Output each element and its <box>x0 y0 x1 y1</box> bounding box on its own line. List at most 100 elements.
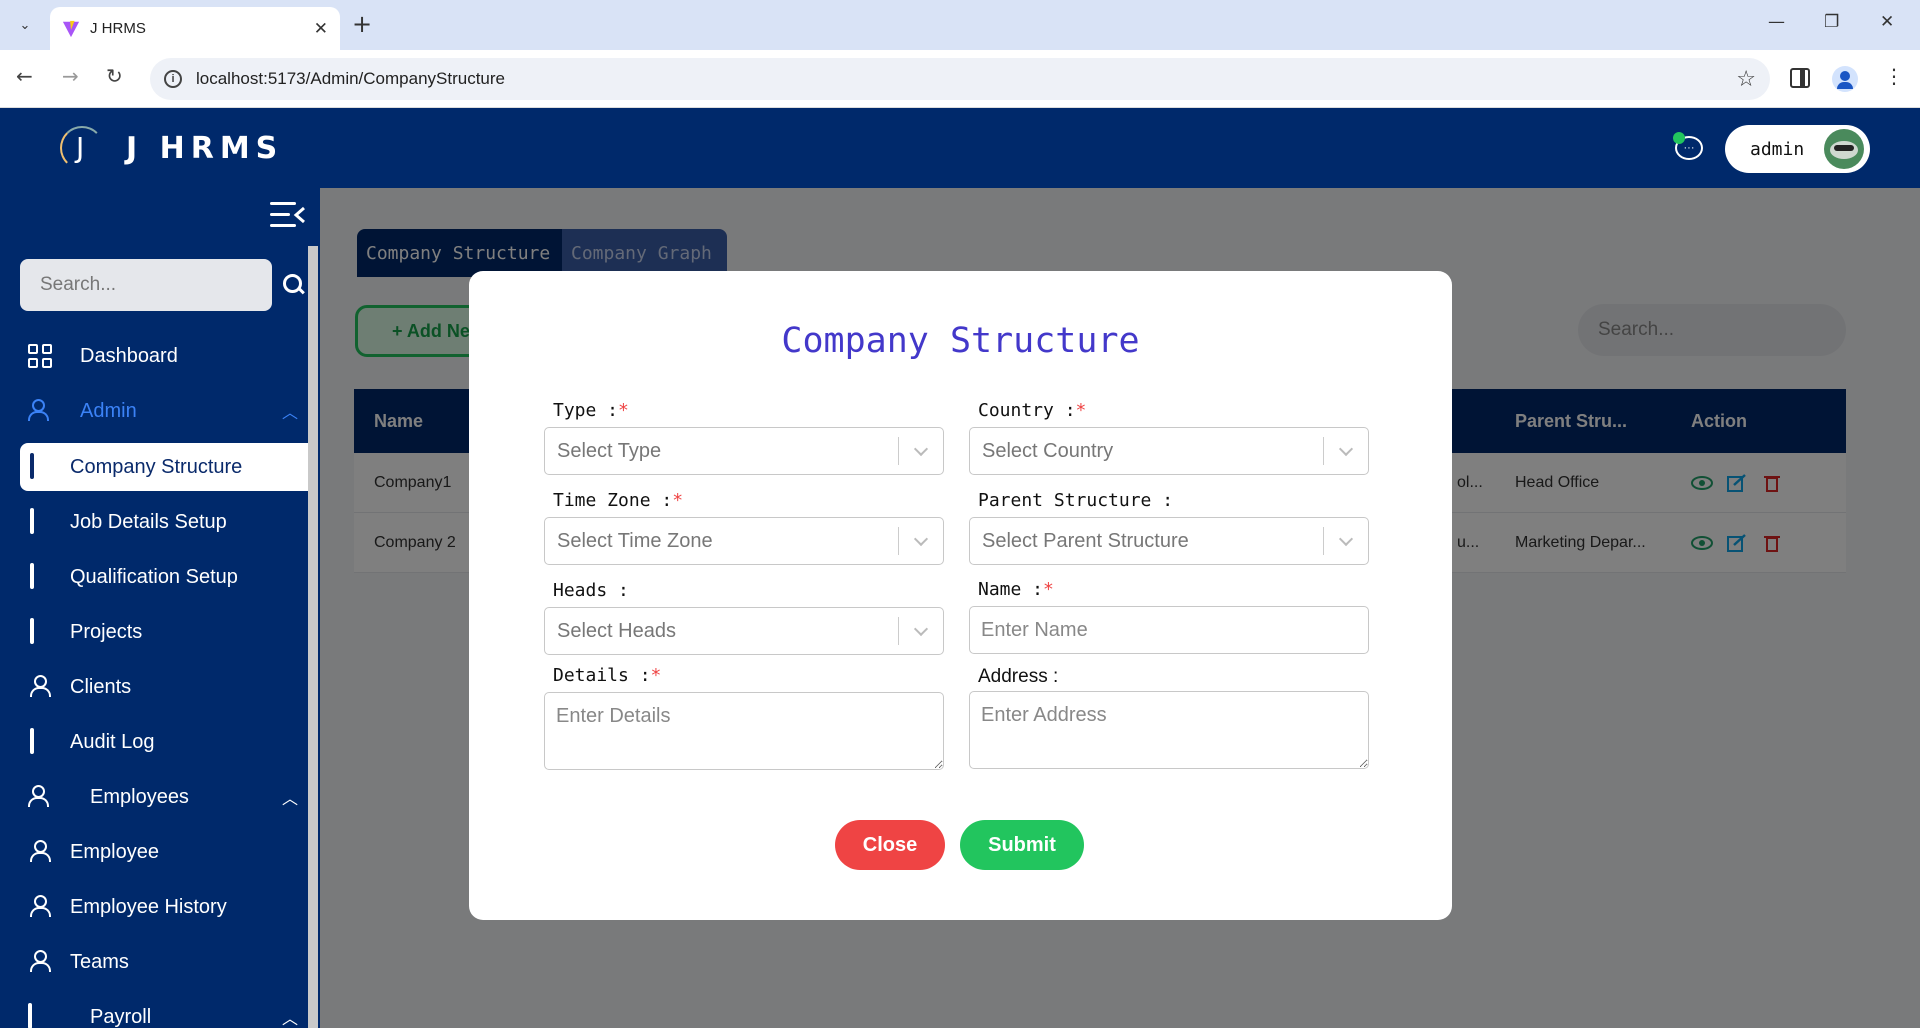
chevron-down-icon[interactable] <box>899 608 943 654</box>
sidebar-search-input[interactable] <box>20 259 272 311</box>
browser-toolbar: ← → ↻ i localhost:5173/Admin/CompanyStru… <box>0 50 1920 108</box>
type-label: Type :* <box>553 400 629 421</box>
new-tab-icon[interactable]: + <box>352 10 372 38</box>
parent-structure-select[interactable]: Select Parent Structure <box>969 517 1369 565</box>
chevron-up-icon: ︿ <box>281 1009 298 1028</box>
chevron-down-icon[interactable] <box>899 428 943 474</box>
sidebar-item-label: Audit Log <box>70 730 155 753</box>
sidebar-scrollbar[interactable] <box>308 246 318 1028</box>
details-label: Details :* <box>553 665 662 686</box>
search-icon[interactable] <box>282 273 306 297</box>
timezone-select[interactable]: Select Time Zone <box>544 517 944 565</box>
logo-mark-icon <box>60 126 104 170</box>
sidebar-item-dashboard[interactable]: Dashboard <box>20 332 310 380</box>
heads-select[interactable]: Select Heads <box>544 607 944 655</box>
audit-log-icon <box>30 728 50 754</box>
browser-tab[interactable]: J HRMS ✕ <box>50 7 340 50</box>
job-details-icon <box>30 508 50 534</box>
vite-favicon-icon <box>62 20 80 37</box>
chevron-down-icon[interactable] <box>899 518 943 564</box>
type-select-value: Select Type <box>557 439 662 462</box>
minimize-icon[interactable]: — <box>1768 12 1785 32</box>
tab-close-icon[interactable]: ✕ <box>314 19 328 39</box>
side-panel-icon[interactable] <box>1790 68 1810 88</box>
url-text: localhost:5173/Admin/CompanyStructure <box>196 69 505 88</box>
address-bar[interactable]: i localhost:5173/Admin/CompanyStructure … <box>150 58 1770 100</box>
dashboard-icon <box>28 344 54 368</box>
employee-icon <box>30 840 50 864</box>
sidebar-item-company-structure[interactable]: Company Structure <box>20 443 310 491</box>
sidebar-item-label: Teams <box>70 950 129 973</box>
sidebar-item-label: Job Details Setup <box>70 510 227 533</box>
sidebar-collapse-icon[interactable] <box>270 200 306 230</box>
sidebar-item-label: Admin <box>80 399 137 422</box>
sidebar-item-label: Projects <box>70 620 143 643</box>
back-icon[interactable]: ← <box>16 64 33 88</box>
sidebar-item-label: Dashboard <box>80 344 178 367</box>
country-select[interactable]: Select Country <box>969 427 1369 475</box>
timezone-select-value: Select Time Zone <box>557 529 713 552</box>
sidebar-item-employees[interactable]: Employees ︿ <box>20 773 310 821</box>
heads-label: Heads : <box>553 580 629 601</box>
timezone-label: Time Zone :* <box>553 490 684 511</box>
qualification-icon <box>30 563 50 589</box>
forward-icon[interactable]: → <box>62 64 79 88</box>
country-select-value: Select Country <box>982 439 1114 462</box>
country-label: Country :* <box>978 400 1087 421</box>
type-select[interactable]: Select Type <box>544 427 944 475</box>
restore-icon[interactable]: ❐ <box>1824 12 1839 32</box>
username: admin <box>1750 138 1805 160</box>
sidebar-item-label: Employee History <box>70 895 227 918</box>
bookmark-star-icon[interactable]: ☆ <box>1736 67 1756 92</box>
site-info-icon[interactable]: i <box>164 70 182 88</box>
sidebar-item-qualification-setup[interactable]: Qualification Setup <box>20 553 310 601</box>
sidebar-item-label: Company Structure <box>70 455 243 478</box>
details-textarea[interactable] <box>544 692 944 770</box>
name-input[interactable] <box>969 606 1369 654</box>
address-label: Address : <box>978 666 1059 687</box>
tab-title: J HRMS <box>90 20 146 37</box>
projects-icon <box>30 618 50 644</box>
parent-structure-label: Parent Structure : <box>978 490 1174 511</box>
address-textarea[interactable] <box>969 691 1369 769</box>
company-structure-modal: Company Structure Type :* Select Type Co… <box>469 271 1452 920</box>
browser-menu-icon[interactable]: ⋮ <box>1884 64 1904 88</box>
sidebar-item-label: Employees <box>90 785 189 808</box>
sidebar-item-audit-log[interactable]: Audit Log <box>20 718 310 766</box>
chevron-down-icon[interactable] <box>1324 518 1368 564</box>
sidebar-item-admin[interactable]: Admin ︿ <box>20 387 310 435</box>
app-logo[interactable]: J HRMS <box>60 126 283 170</box>
sidebar-item-job-details-setup[interactable]: Job Details Setup <box>20 498 310 546</box>
sidebar-item-teams[interactable]: Teams <box>20 938 310 986</box>
submit-button[interactable]: Submit <box>960 820 1084 870</box>
parent-structure-select-value: Select Parent Structure <box>982 529 1189 552</box>
payroll-icon <box>28 1003 54 1028</box>
avatar <box>1824 129 1864 169</box>
sidebar: Dashboard Admin ︿ Company Structure Job … <box>0 188 320 1028</box>
sidebar-item-label: Employee <box>70 840 159 863</box>
chevron-down-icon[interactable] <box>1324 428 1368 474</box>
sidebar-item-clients[interactable]: Clients <box>20 663 310 711</box>
chevron-up-icon: ︿ <box>281 789 298 808</box>
reload-icon[interactable]: ↻ <box>106 64 123 88</box>
window-close-icon[interactable]: ✕ <box>1880 12 1894 32</box>
sidebar-item-label: Clients <box>70 675 132 698</box>
sidebar-item-projects[interactable]: Projects <box>20 608 310 656</box>
browser-profile-icon[interactable] <box>1832 66 1858 92</box>
teams-icon <box>30 950 50 974</box>
admin-icon <box>28 399 54 423</box>
tab-list-chevron-icon[interactable]: ⌄ <box>12 12 38 38</box>
sidebar-item-label: Payroll <box>90 1005 152 1028</box>
sidebar-item-label: Qualification Setup <box>70 565 238 588</box>
logo-text: J HRMS <box>126 130 284 166</box>
online-status-dot <box>1673 132 1685 144</box>
sidebar-item-employee[interactable]: Employee <box>20 828 310 876</box>
employees-icon <box>28 785 54 809</box>
company-structure-icon <box>30 453 50 479</box>
name-label: Name :* <box>978 579 1054 600</box>
close-button[interactable]: Close <box>835 820 945 870</box>
modal-title: Company Structure <box>781 321 1140 361</box>
sidebar-item-employee-history[interactable]: Employee History <box>20 883 310 931</box>
user-menu[interactable]: admin <box>1725 125 1870 173</box>
sidebar-item-payroll[interactable]: Payroll ︿ <box>20 993 310 1028</box>
